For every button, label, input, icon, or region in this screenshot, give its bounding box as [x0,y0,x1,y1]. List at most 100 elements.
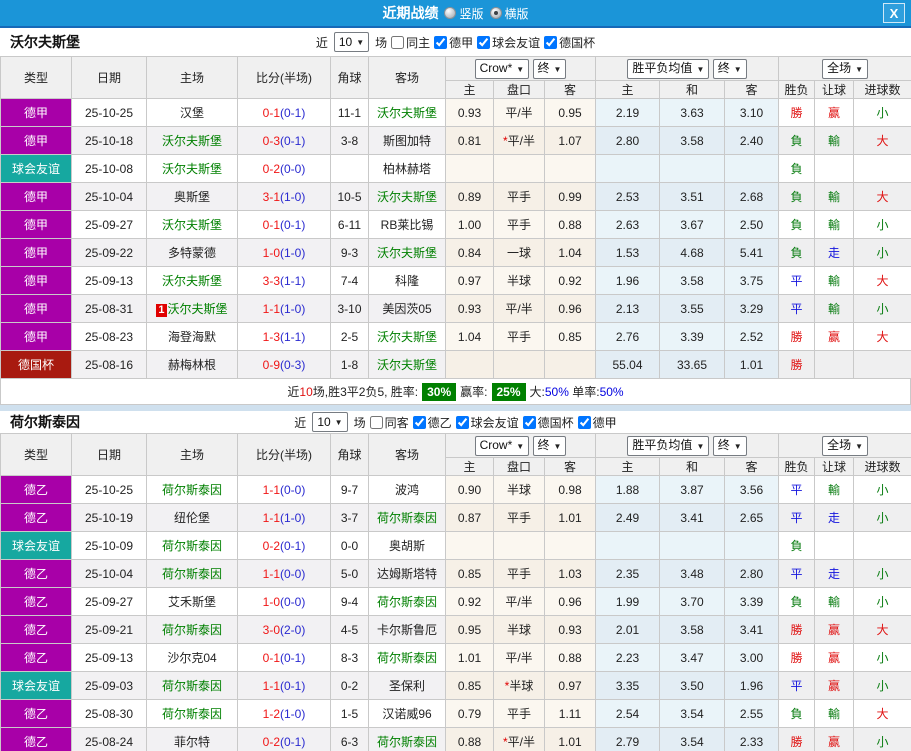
cell-home-team: 菲尔特 [146,727,238,751]
away-team-link[interactable]: 荷尔斯泰因 [377,595,437,609]
home-team-link[interactable]: 沃尔夫斯堡 [162,134,222,148]
avg-time-select[interactable]: 终 [712,435,747,456]
away-team-link[interactable]: RB莱比锡 [381,218,434,232]
halftime-score: (0-1) [280,538,306,553]
filter-checkbox-label-3: 德国杯 [537,415,574,430]
away-team-link[interactable]: 达姆斯塔特 [377,567,437,581]
filter-checkbox-3[interactable]: 德国杯 [544,34,595,51]
odds-provider-select[interactable]: Crow* [474,435,530,456]
away-team-link[interactable]: 沃尔夫斯堡 [377,358,437,372]
home-team-link[interactable]: 多特蒙德 [168,246,216,260]
home-team-link[interactable]: 荷尔斯泰因 [162,679,222,693]
filter-checkbox-input-4[interactable] [577,415,591,429]
away-team-link[interactable]: 斯图加特 [383,134,431,148]
home-team-link[interactable]: 汉堡 [180,106,204,120]
layout-radio-vertical-label: 竖版 [459,6,484,21]
filter-checkbox-4[interactable]: 德甲 [577,414,617,431]
home-team-link[interactable]: 纽伦堡 [174,511,210,525]
filter-checkbox-input-2[interactable] [455,415,469,429]
close-button[interactable]: X [883,3,905,23]
home-team-link[interactable]: 沙尔克04 [167,651,216,665]
away-team-link[interactable]: 荷尔斯泰因 [377,651,437,665]
away-team-link[interactable]: 沃尔夫斯堡 [377,190,437,204]
filter-checkbox-input-1[interactable] [412,415,426,429]
away-team-link[interactable]: 沃尔夫斯堡 [377,246,437,260]
filter-checkbox-0[interactable]: 同客 [369,414,409,431]
radio-unchecked-icon[interactable] [444,7,457,19]
scope-select[interactable]: 全场 [822,58,869,79]
home-team-link[interactable]: 荷尔斯泰因 [162,623,222,637]
home-team-link[interactable]: 沃尔夫斯堡 [162,274,222,288]
games-count-select[interactable]: 10 [333,32,370,52]
filter-checkbox-2[interactable]: 球会友谊 [455,414,519,431]
home-team-link[interactable]: 荷尔斯泰因 [162,539,222,553]
filter-checkbox-input-1[interactable] [434,35,448,49]
cell-goals-result-text: 大 [876,707,889,721]
avg-type-select[interactable]: 胜平负均值 [627,435,710,456]
cell-corners: 0-0 [330,531,369,560]
away-team-link[interactable]: 汉诺威96 [382,707,431,721]
home-team-link[interactable]: 赫梅林根 [168,358,216,372]
cell-goals-result: 小 [853,643,911,672]
filter-checkbox-2[interactable]: 球会友谊 [477,34,540,51]
away-team-link[interactable]: 波鸿 [395,483,419,497]
filter-checkbox-input-3[interactable] [522,415,536,429]
cell-goals-result [853,531,911,560]
away-team-link[interactable]: 沃尔夫斯堡 [377,330,437,344]
filter-checkbox-1[interactable]: 德甲 [434,34,473,51]
odds-time-select[interactable]: 终 [532,58,567,79]
fulltime-score: 1-0 [262,245,280,260]
away-team-link[interactable]: 圣保利 [389,679,425,693]
home-team-link[interactable]: 荷尔斯泰因 [162,707,222,721]
filter-checkbox-input-0[interactable] [391,35,405,49]
away-team-link[interactable]: 科隆 [395,274,419,288]
cell-corners: 9-3 [330,238,369,267]
games-count-select[interactable]: 10 [312,412,348,432]
cell-handicap-result-text: 輸 [828,190,841,204]
filter-checkbox-input-0[interactable] [369,415,383,429]
halftime-score: (1-0) [280,510,306,525]
away-team-link[interactable]: 美因茨05 [382,302,431,316]
away-team-link[interactable]: 卡尔斯鲁厄 [377,623,437,637]
filter-checkbox-3[interactable]: 德国杯 [522,414,574,431]
layout-radio-horizontal[interactable]: 横版 [489,5,529,22]
layout-radio-vertical[interactable]: 竖版 [444,5,484,22]
cell-corners: 7-4 [330,266,369,295]
cell-goals-result: 大 [853,182,911,211]
fulltime-score: 0-1 [262,217,280,232]
scope-select[interactable]: 全场 [822,435,869,456]
filter-checkbox-0[interactable]: 同主 [391,34,430,51]
filter-checkbox-label-1: 德甲 [449,35,474,50]
home-team-link[interactable]: 菲尔特 [174,735,210,749]
away-team-link[interactable]: 荷尔斯泰因 [377,511,437,525]
cell-handicap-result: 赢 [814,643,855,672]
avg-type-select[interactable]: 胜平负均值 [627,58,710,79]
home-team-link[interactable]: 艾禾斯堡 [168,595,216,609]
filter-checkbox-input-2[interactable] [477,35,491,49]
odds-provider-select[interactable]: Crow* [474,58,530,79]
cell-handicap-result-text: 輸 [828,302,841,316]
cell-goals-result: 大 [853,615,911,644]
cell-date: 25-09-27 [71,210,147,239]
filter-checkbox-input-3[interactable] [544,35,558,49]
home-team-link[interactable]: 奥斯堡 [174,190,210,204]
avg-time-select[interactable]: 终 [712,58,747,79]
radio-checked-icon[interactable] [489,7,502,19]
fulltime-score: 3-3 [262,273,280,288]
away-team-link[interactable]: 沃尔夫斯堡 [377,106,437,120]
home-team-link[interactable]: 海登海默 [168,330,216,344]
away-team-link[interactable]: 柏林赫塔 [383,162,431,176]
home-team-link[interactable]: 沃尔夫斯堡 [162,218,222,232]
filter-bar: 近 10 场 同客 德乙 球会友谊 德国杯 德甲 [294,412,617,432]
odds-time-select[interactable]: 终 [532,435,567,456]
home-team-link[interactable]: 荷尔斯泰因 [162,567,222,581]
away-team-link[interactable]: 奥胡斯 [389,539,425,553]
cell-handicap-result-text: 輸 [828,595,841,609]
away-team-link[interactable]: 荷尔斯泰因 [377,735,437,749]
home-team-link[interactable]: 沃尔夫斯堡 [162,162,222,176]
cell-type: 德乙 [0,503,72,532]
filter-checkbox-1[interactable]: 德乙 [412,414,452,431]
home-team-link[interactable]: 荷尔斯泰因 [162,483,222,497]
cell-result-text: 負 [790,162,803,176]
home-team-link[interactable]: 沃尔夫斯堡 [168,302,228,316]
